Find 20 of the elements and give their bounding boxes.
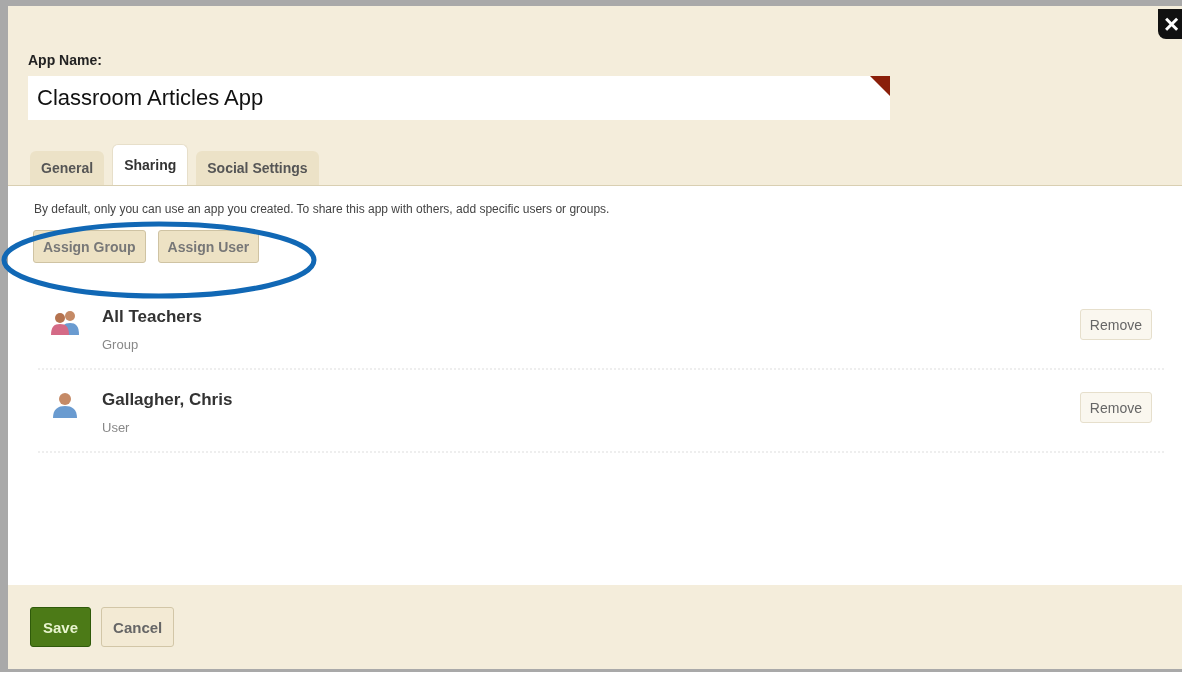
assign-button[interactable]: Assign User [157, 230, 260, 263]
save-button[interactable]: Save [30, 607, 92, 647]
member-type: Group [102, 337, 140, 352]
close-button[interactable]: × [1158, 9, 1182, 39]
remove-button[interactable]: Remove [1079, 309, 1152, 340]
tab[interactable]: Social Settings [196, 151, 319, 185]
assign-button[interactable]: Assign Group [33, 230, 146, 263]
member-name: All Teachers [102, 307, 203, 327]
group-icon [50, 309, 80, 335]
member-type: User [102, 420, 131, 435]
required-corner-icon [870, 76, 890, 96]
app-name-field[interactable]: Classroom Articles App [28, 76, 890, 120]
member-name: Gallagher, Chris [102, 390, 234, 410]
tab[interactable]: General [30, 151, 105, 185]
remove-button[interactable]: Remove [1079, 392, 1152, 423]
sharing-description: By default, only you can use an app you created. To share this app with others, add specific users or groups. [34, 202, 611, 216]
app-name-label: App Name: [28, 52, 103, 68]
user-icon [50, 392, 80, 418]
tab[interactable]: Sharing [112, 144, 189, 185]
cancel-button[interactable]: Cancel [101, 607, 175, 647]
